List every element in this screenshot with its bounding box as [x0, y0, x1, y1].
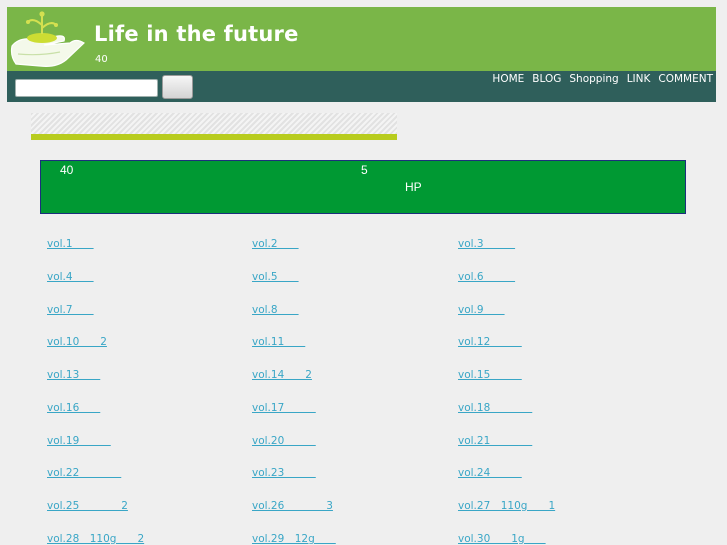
logo[interactable] — [10, 10, 88, 70]
nav-menu: HOME BLOG Shopping LINK COMMENT — [484, 73, 713, 85]
site-subtitle: 40 — [95, 54, 108, 65]
link-vol-17[interactable]: vol.17 — [252, 400, 316, 415]
link-vol-2[interactable]: vol.2 — [252, 236, 299, 251]
link-vol-27[interactable]: vol.27 110g 1 — [458, 498, 555, 513]
notice-text-a: 40 — [60, 163, 74, 177]
link-vol-10[interactable]: vol.10 2 — [47, 334, 107, 349]
link-vol-22[interactable]: vol.22 — [47, 465, 121, 480]
link-vol-29[interactable]: vol.29 12g — [252, 531, 336, 545]
link-vol-4[interactable]: vol.4 — [47, 269, 94, 284]
nav-bar: HOME BLOG Shopping LINK COMMENT — [7, 71, 716, 102]
link-vol-1[interactable]: vol.1 — [47, 236, 94, 251]
link-vol-24[interactable]: vol.24 — [458, 465, 522, 480]
link-vol-16[interactable]: vol.16 — [47, 400, 100, 415]
link-vol-13[interactable]: vol.13 — [47, 367, 100, 382]
link-vol-11[interactable]: vol.11 — [252, 334, 305, 349]
nav-blog[interactable]: BLOG — [532, 73, 561, 85]
link-vol-26[interactable]: vol.26 3 — [252, 498, 333, 513]
link-vol-28[interactable]: vol.28 110g 2 — [47, 531, 144, 545]
link-vol-5[interactable]: vol.5 — [252, 269, 299, 284]
notice-text-c: HP — [405, 180, 422, 194]
link-vol-3[interactable]: vol.3 — [458, 236, 515, 251]
link-vol-9[interactable]: vol.9 — [458, 302, 505, 317]
site-title[interactable]: Life in the future — [94, 22, 299, 46]
link-vol-8[interactable]: vol.8 — [252, 302, 299, 317]
link-vol-18[interactable]: vol.18 — [458, 400, 532, 415]
link-vol-6[interactable]: vol.6 — [458, 269, 515, 284]
link-vol-15[interactable]: vol.15 — [458, 367, 522, 382]
decorative-stripe-line — [31, 134, 397, 140]
search-button[interactable] — [162, 75, 193, 99]
search-input[interactable] — [15, 79, 158, 97]
link-vol-23[interactable]: vol.23 — [252, 465, 316, 480]
link-vol-19[interactable]: vol.19 — [47, 433, 111, 448]
link-vol-7[interactable]: vol.7 — [47, 302, 94, 317]
nav-home[interactable]: HOME — [492, 73, 524, 85]
link-vol-30[interactable]: vol.30 1g — [458, 531, 546, 545]
link-vol-14[interactable]: vol.14 2 — [252, 367, 312, 382]
nav-comment[interactable]: COMMENT — [658, 73, 713, 85]
link-vol-21[interactable]: vol.21 — [458, 433, 532, 448]
nav-link[interactable]: LINK — [627, 73, 651, 85]
notice-text-b: 5 — [361, 163, 368, 177]
decorative-stripe — [31, 113, 397, 134]
nav-shopping[interactable]: Shopping — [569, 73, 618, 85]
site-header: Life in the future 40 — [7, 7, 716, 71]
notice-box: 40 5 HP — [40, 160, 686, 214]
link-vol-12[interactable]: vol.12 — [458, 334, 522, 349]
link-vol-25[interactable]: vol.25 2 — [47, 498, 128, 513]
link-vol-20[interactable]: vol.20 — [252, 433, 316, 448]
